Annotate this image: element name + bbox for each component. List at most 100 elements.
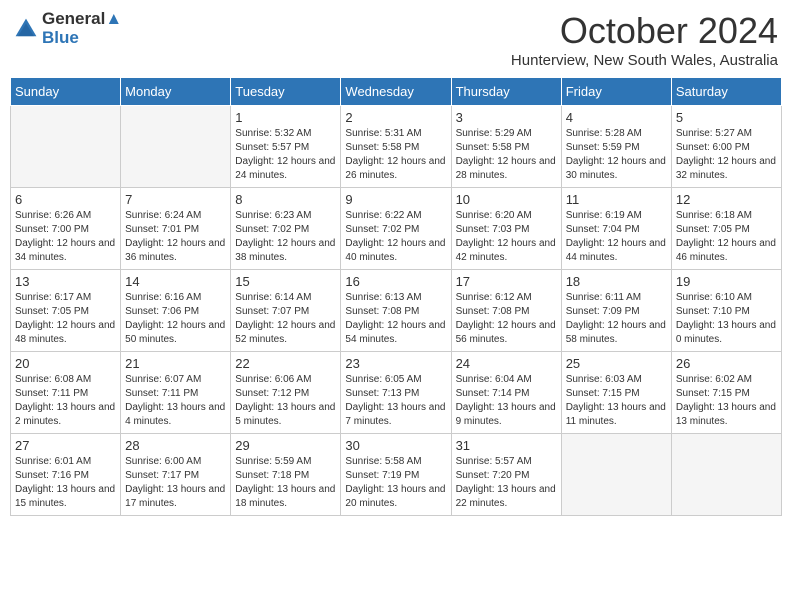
day-detail: Sunrise: 6:08 AM Sunset: 7:11 PM Dayligh… [15,373,116,429]
day-detail: Sunrise: 6:10 AM Sunset: 7:10 PM Dayligh… [676,291,777,347]
calendar-cell [561,434,671,516]
day-number: 23 [345,356,446,371]
day-number: 29 [235,438,336,453]
day-detail: Sunrise: 5:28 AM Sunset: 5:59 PM Dayligh… [566,127,667,183]
day-detail: Sunrise: 6:23 AM Sunset: 7:02 PM Dayligh… [235,209,336,265]
calendar-cell: 22 Sunrise: 6:06 AM Sunset: 7:12 PM Dayli… [231,352,341,434]
day-number: 13 [15,274,116,289]
calendar-cell: 19Sunrise: 6:10 AM Sunset: 7:10 PM Dayli… [671,270,781,352]
day-number: 1 [235,110,336,125]
col-thursday: Thursday [451,78,561,106]
calendar-week-row: 13 Sunrise: 6:17 AM Sunset: 7:05 PM Dayli… [11,270,782,352]
calendar-cell: 21 Sunrise: 6:07 AM Sunset: 7:11 PM Dayli… [121,352,231,434]
calendar-cell: 12 Sunrise: 6:18 AM Sunset: 7:05 PM Dayli… [671,188,781,270]
logo-text: General▲ Blue [42,10,122,47]
day-detail: Sunrise: 6:05 AM Sunset: 7:13 PM Dayligh… [345,373,446,429]
calendar-cell [121,106,231,188]
day-detail: Sunrise: 6:03 AM Sunset: 7:15 PM Dayligh… [566,373,667,429]
calendar-cell: 18 Sunrise: 6:11 AM Sunset: 7:09 PM Dayli… [561,270,671,352]
calendar-cell: 27 Sunrise: 6:01 AM Sunset: 7:16 PM Dayli… [11,434,121,516]
calendar-cell: 14Sunrise: 6:16 AM Sunset: 7:06 PM Dayli… [121,270,231,352]
day-detail: Sunrise: 6:06 AM Sunset: 7:12 PM Dayligh… [235,373,336,429]
calendar-cell: 25 Sunrise: 6:03 AM Sunset: 7:15 PM Dayli… [561,352,671,434]
col-tuesday: Tuesday [231,78,341,106]
calendar-cell: 24Sunrise: 6:04 AM Sunset: 7:14 PM Dayli… [451,352,561,434]
day-detail: Sunrise: 6:11 AM Sunset: 7:09 PM Dayligh… [566,291,667,347]
day-number: 5 [676,110,777,125]
day-detail: Sunrise: 6:12 AM Sunset: 7:08 PM Dayligh… [456,291,557,347]
day-detail: Sunrise: 5:31 AM Sunset: 5:58 PM Dayligh… [345,127,446,183]
day-detail: Sunrise: 6:01 AM Sunset: 7:16 PM Dayligh… [15,455,116,511]
calendar-header-row: Sunday Monday Tuesday Wednesday Thursday… [11,78,782,106]
day-number: 15 [235,274,336,289]
calendar-cell: 7 Sunrise: 6:24 AM Sunset: 7:01 PM Daylig… [121,188,231,270]
day-detail: Sunrise: 5:32 AM Sunset: 5:57 PM Dayligh… [235,127,336,183]
col-saturday: Saturday [671,78,781,106]
day-number: 6 [15,192,116,207]
calendar-cell: 10 Sunrise: 6:20 AM Sunset: 7:03 PM Dayli… [451,188,561,270]
day-number: 7 [125,192,226,207]
location-title: Hunterview, New South Wales, Australia [511,52,778,69]
day-number: 9 [345,192,446,207]
calendar-cell: 9 Sunrise: 6:22 AM Sunset: 7:02 PM Daylig… [341,188,451,270]
day-detail: Sunrise: 6:13 AM Sunset: 7:08 PM Dayligh… [345,291,446,347]
day-number: 17 [456,274,557,289]
day-detail: Sunrise: 5:58 AM Sunset: 7:19 PM Dayligh… [345,455,446,511]
calendar-cell [671,434,781,516]
day-number: 25 [566,356,667,371]
day-detail: Sunrise: 6:26 AM Sunset: 7:00 PM Dayligh… [15,209,116,265]
col-wednesday: Wednesday [341,78,451,106]
day-number: 2 [345,110,446,125]
day-detail: Sunrise: 6:04 AM Sunset: 7:14 PM Dayligh… [456,373,557,429]
day-detail: Sunrise: 6:18 AM Sunset: 7:05 PM Dayligh… [676,209,777,265]
col-monday: Monday [121,78,231,106]
calendar-cell: 15 Sunrise: 6:14 AM Sunset: 7:07 PM Dayli… [231,270,341,352]
day-detail: Sunrise: 6:00 AM Sunset: 7:17 PM Dayligh… [125,455,226,511]
day-number: 8 [235,192,336,207]
day-detail: Sunrise: 6:22 AM Sunset: 7:02 PM Dayligh… [345,209,446,265]
day-detail: Sunrise: 6:20 AM Sunset: 7:03 PM Dayligh… [456,209,557,265]
day-number: 3 [456,110,557,125]
month-title: October 2024 [511,10,778,52]
calendar-cell: 2 Sunrise: 5:31 AM Sunset: 5:58 PM Daylig… [341,106,451,188]
calendar-week-row: 20 Sunrise: 6:08 AM Sunset: 7:11 PM Dayli… [11,352,782,434]
calendar-week-row: 1 Sunrise: 5:32 AM Sunset: 5:57 PM Daylig… [11,106,782,188]
day-number: 26 [676,356,777,371]
title-block: October 2024 Hunterview, New South Wales… [511,10,778,69]
calendar-cell: 13 Sunrise: 6:17 AM Sunset: 7:05 PM Dayli… [11,270,121,352]
calendar-cell: 26 Sunrise: 6:02 AM Sunset: 7:15 PM Dayli… [671,352,781,434]
day-detail: Sunrise: 6:14 AM Sunset: 7:07 PM Dayligh… [235,291,336,347]
day-number: 10 [456,192,557,207]
day-number: 14 [125,274,226,289]
day-number: 11 [566,192,667,207]
calendar-cell: 31Sunrise: 5:57 AM Sunset: 7:20 PM Dayli… [451,434,561,516]
calendar-cell [11,106,121,188]
day-detail: Sunrise: 6:07 AM Sunset: 7:11 PM Dayligh… [125,373,226,429]
day-detail: Sunrise: 6:19 AM Sunset: 7:04 PM Dayligh… [566,209,667,265]
day-detail: Sunrise: 5:59 AM Sunset: 7:18 PM Dayligh… [235,455,336,511]
day-detail: Sunrise: 5:57 AM Sunset: 7:20 PM Dayligh… [456,455,557,511]
logo: General▲ Blue [14,10,122,47]
calendar-cell: 4Sunrise: 5:28 AM Sunset: 5:59 PM Daylig… [561,106,671,188]
day-number: 20 [15,356,116,371]
day-number: 22 [235,356,336,371]
calendar-cell: 29 Sunrise: 5:59 AM Sunset: 7:18 PM Dayli… [231,434,341,516]
day-detail: Sunrise: 6:02 AM Sunset: 7:15 PM Dayligh… [676,373,777,429]
day-number: 16 [345,274,446,289]
calendar-week-row: 6 Sunrise: 6:26 AM Sunset: 7:00 PM Daylig… [11,188,782,270]
logo-icon [14,17,38,41]
col-sunday: Sunday [11,78,121,106]
day-detail: Sunrise: 6:17 AM Sunset: 7:05 PM Dayligh… [15,291,116,347]
day-number: 27 [15,438,116,453]
calendar-cell: 6 Sunrise: 6:26 AM Sunset: 7:00 PM Daylig… [11,188,121,270]
day-number: 18 [566,274,667,289]
calendar-cell: 16 Sunrise: 6:13 AM Sunset: 7:08 PM Dayli… [341,270,451,352]
calendar-cell: 23 Sunrise: 6:05 AM Sunset: 7:13 PM Dayli… [341,352,451,434]
day-detail: Sunrise: 6:24 AM Sunset: 7:01 PM Dayligh… [125,209,226,265]
day-number: 21 [125,356,226,371]
day-number: 12 [676,192,777,207]
page-header: General▲ Blue October 2024 Hunterview, N… [10,10,782,69]
calendar-table: Sunday Monday Tuesday Wednesday Thursday… [10,77,782,516]
day-number: 28 [125,438,226,453]
col-friday: Friday [561,78,671,106]
